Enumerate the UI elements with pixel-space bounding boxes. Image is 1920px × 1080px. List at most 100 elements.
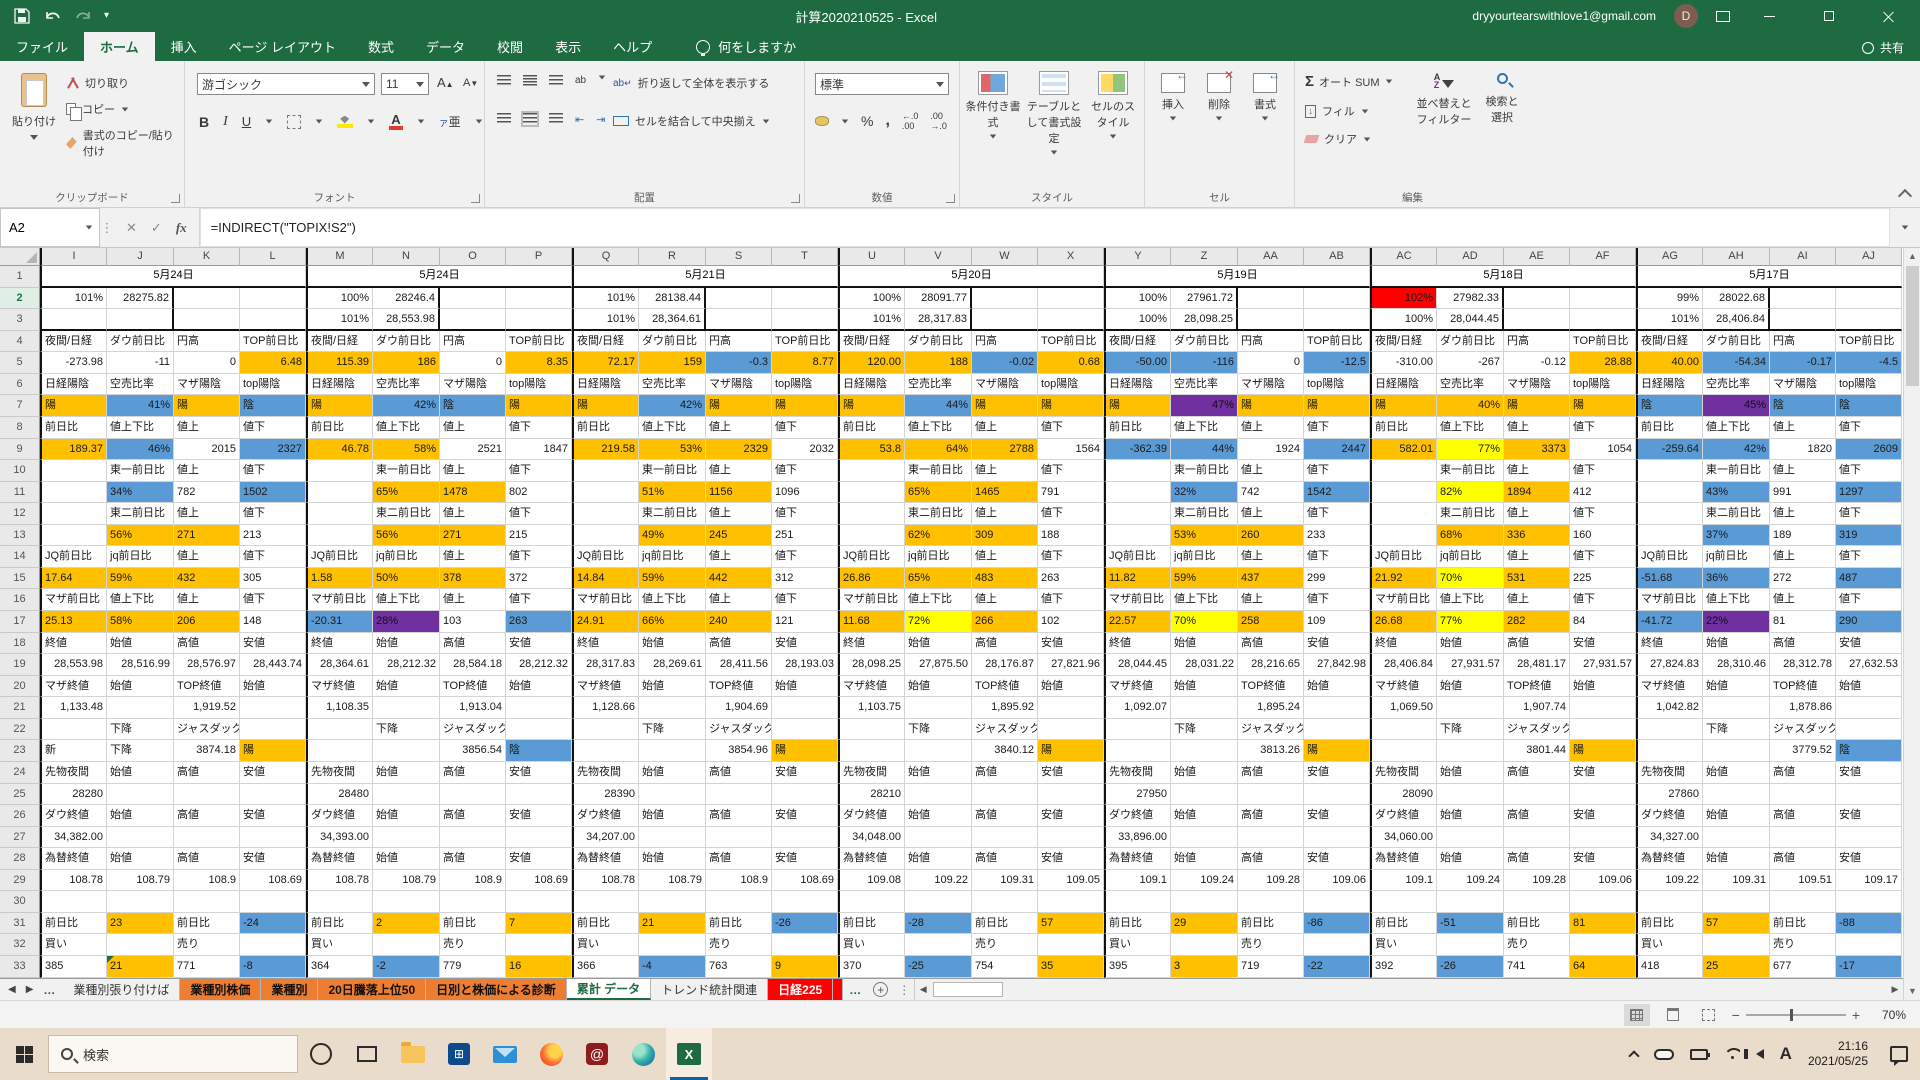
cell[interactable] (1038, 784, 1104, 806)
cell[interactable]: 81 (1570, 913, 1636, 935)
cell[interactable]: 円高 (440, 331, 506, 353)
cell[interactable]: 2521 (440, 439, 506, 461)
cell[interactable]: 東二前日比 (1703, 503, 1770, 525)
cell[interactable]: 値下 (1304, 460, 1370, 482)
cell[interactable]: 値下 (772, 417, 838, 439)
cell[interactable]: 28090 (1370, 784, 1437, 806)
cell[interactable]: 東一前日比 (1703, 460, 1770, 482)
cell[interactable]: 値下 (772, 503, 838, 525)
cell[interactable]: 値上 (706, 417, 772, 439)
cell[interactable]: 27,821.96 (1038, 654, 1104, 676)
row-header-22[interactable]: 22 (0, 719, 40, 741)
cell[interactable]: 始値 (1171, 633, 1238, 655)
cell[interactable] (838, 460, 905, 482)
cell[interactable]: 円高 (1238, 331, 1304, 353)
column-header-N[interactable]: N (373, 248, 440, 266)
cell[interactable]: 65% (905, 568, 972, 590)
fill-button[interactable]: ↓フィル (1305, 103, 1369, 119)
cell[interactable]: 始値 (373, 633, 440, 655)
cell[interactable]: 高値 (174, 633, 240, 655)
cell[interactable]: 新 (40, 740, 107, 762)
cell[interactable]: 安値 (1304, 633, 1370, 655)
cell[interactable]: 買い (1636, 934, 1703, 956)
cell[interactable]: 値下 (1836, 417, 1902, 439)
cell[interactable]: 高値 (1770, 762, 1836, 784)
cell[interactable]: 先物夜間 (306, 762, 373, 784)
cell[interactable] (240, 891, 306, 913)
cell[interactable]: 空売比率 (107, 374, 174, 396)
scroll-left-icon[interactable]: ◀ (915, 979, 931, 1000)
cell[interactable] (40, 503, 107, 525)
cell[interactable]: 高値 (1770, 805, 1836, 827)
cell[interactable]: 27860 (1636, 784, 1703, 806)
cell[interactable]: 771 (174, 956, 240, 978)
cell[interactable]: 1,103.75 (838, 697, 905, 719)
cell[interactable]: 34,207.00 (572, 827, 639, 849)
cell[interactable]: 28,406.84 (1703, 309, 1770, 331)
cell[interactable]: 東一前日比 (1171, 460, 1238, 482)
cell[interactable]: 値上 (706, 460, 772, 482)
cell[interactable]: 46.78 (306, 439, 373, 461)
cell[interactable]: 120.00 (838, 352, 905, 374)
cell[interactable]: 27,931.57 (1437, 654, 1504, 676)
cell[interactable]: 42% (373, 395, 440, 417)
cell[interactable] (240, 309, 306, 331)
cell[interactable]: 空売比率 (905, 374, 972, 396)
battery-icon[interactable] (1690, 1049, 1708, 1060)
cell[interactable]: 100% (306, 288, 373, 310)
scroll-down-icon[interactable]: ▼ (1904, 983, 1920, 1000)
cell[interactable]: 1847 (506, 439, 572, 461)
taskbar-app-store[interactable]: ⊞ (436, 1028, 482, 1080)
cell[interactable] (1636, 719, 1703, 741)
cell[interactable]: 陽 (306, 395, 373, 417)
cell[interactable] (1437, 891, 1504, 913)
cell[interactable] (1504, 288, 1570, 310)
cell[interactable] (506, 784, 572, 806)
cell[interactable] (1836, 697, 1902, 719)
cell[interactable]: 売り (1238, 934, 1304, 956)
cell[interactable] (905, 827, 972, 849)
cell[interactable] (1570, 827, 1636, 849)
cell[interactable]: 28,364.61 (306, 654, 373, 676)
row-header-6[interactable]: 6 (0, 374, 40, 396)
cell[interactable] (240, 697, 306, 719)
cell[interactable]: 日経陽陰 (306, 374, 373, 396)
cell[interactable]: 1096 (772, 482, 838, 504)
cell[interactable] (240, 719, 306, 741)
cell[interactable]: 34,393.00 (306, 827, 373, 849)
cell[interactable]: マザ終値 (40, 676, 107, 698)
cell[interactable] (174, 288, 240, 310)
cell[interactable]: 245 (706, 525, 772, 547)
cell[interactable]: 1924 (1238, 439, 1304, 461)
cell[interactable]: 432 (174, 568, 240, 590)
cell[interactable] (1636, 460, 1703, 482)
cell[interactable]: TOP終値 (706, 676, 772, 698)
cell[interactable]: 陰 (1770, 395, 1836, 417)
cell[interactable]: 754 (972, 956, 1038, 978)
cell[interactable]: 安値 (772, 762, 838, 784)
cell[interactable]: 108.79 (107, 870, 174, 892)
cell[interactable]: 前日比 (838, 417, 905, 439)
column-header-AD[interactable]: AD (1437, 248, 1504, 266)
cell[interactable]: 始値 (1437, 805, 1504, 827)
cell[interactable]: 陰 (1836, 740, 1902, 762)
cell[interactable]: 109.06 (1304, 870, 1370, 892)
column-header-AI[interactable]: AI (1770, 248, 1836, 266)
cell[interactable] (972, 288, 1038, 310)
cell[interactable] (1171, 740, 1238, 762)
cell[interactable]: 値下 (1836, 503, 1902, 525)
cell[interactable]: JQ前日比 (838, 546, 905, 568)
onedrive-icon[interactable] (1654, 1049, 1674, 1060)
cell[interactable]: 531 (1504, 568, 1570, 590)
cell[interactable] (506, 891, 572, 913)
cell[interactable]: ジャスダック (972, 719, 1038, 741)
cell[interactable]: jq前日比 (1703, 546, 1770, 568)
cell[interactable]: 売り (440, 934, 506, 956)
sheet-nav-right-icon[interactable]: ▶ (26, 984, 34, 995)
insert-cells-button[interactable]: 挿入 (1151, 73, 1195, 124)
cell[interactable]: 陰 (440, 395, 506, 417)
cell[interactable]: マザ前日比 (838, 589, 905, 611)
cell[interactable]: 値上 (1770, 417, 1836, 439)
cell[interactable]: -259.64 (1636, 439, 1703, 461)
cell[interactable] (1370, 719, 1437, 741)
